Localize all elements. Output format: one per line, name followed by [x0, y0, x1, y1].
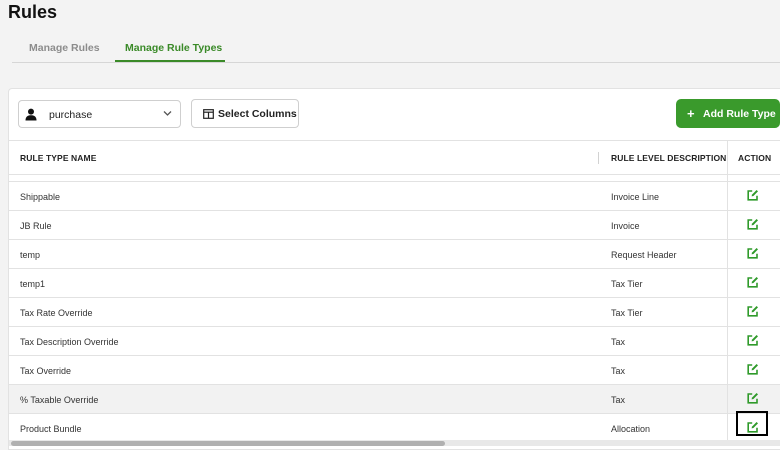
chevron-down-icon — [163, 111, 172, 116]
rule-type-name-cell: Tax Description Override — [20, 337, 119, 347]
user-select-dropdown[interactable]: purchase — [18, 100, 181, 128]
edit-icon[interactable] — [747, 247, 759, 259]
rule-type-name-cell: Shippable — [20, 192, 61, 202]
column-resize-handle[interactable] — [598, 152, 599, 164]
table-row: JB Rule Invoice — [9, 211, 780, 240]
edit-icon[interactable] — [747, 334, 759, 346]
edit-icon[interactable] — [747, 363, 759, 375]
table-header: RULE TYPE NAME RULE LEVEL DESCRIPTION AC… — [9, 140, 780, 176]
table-row: temp1 Tax Tier — [9, 269, 780, 298]
rule-level-cell: Invoice Line — [611, 192, 660, 202]
columns-icon — [203, 109, 214, 119]
table-row: Tax Override Tax — [9, 356, 780, 385]
plus-icon: + — [687, 106, 695, 121]
rule-level-cell: Tax Tier — [611, 279, 643, 289]
rule-type-name-cell: % Taxable Override — [20, 395, 99, 405]
rule-type-name-cell: Tax Override — [20, 366, 72, 376]
edit-icon[interactable] — [747, 305, 759, 317]
select-columns-label: Select Columns — [218, 108, 297, 120]
page-title: Rules — [8, 2, 58, 22]
column-divider — [727, 141, 728, 176]
tab-bar: Manage Rules Manage Rule Types — [12, 36, 780, 63]
column-header-rule-type-name[interactable]: RULE TYPE NAME — [20, 153, 97, 163]
table-row: temp Request Header — [9, 240, 780, 269]
table-spacer-row — [9, 175, 780, 182]
rule-level-cell: Invoice — [611, 221, 640, 231]
action-cell — [727, 269, 780, 298]
table-row: Product Bundle Allocation — [9, 414, 780, 443]
edit-icon[interactable] — [747, 218, 759, 230]
rule-type-name-cell: temp1 — [20, 279, 46, 289]
rule-level-cell: Tax — [611, 395, 626, 405]
rule-type-name-cell: temp — [20, 250, 41, 260]
rule-level-cell: Tax Tier — [611, 308, 643, 318]
rule-types-panel: purchase Select Columns + Add Rule Type … — [8, 88, 780, 450]
table-row: % Taxable Override Tax — [9, 385, 780, 414]
add-rule-type-label: Add Rule Type — [703, 108, 776, 120]
action-cell — [727, 356, 780, 385]
edit-icon[interactable] — [747, 189, 759, 201]
action-cell — [727, 182, 780, 211]
table-row: Shippable Invoice Line — [9, 182, 780, 211]
tab-manage-rules[interactable]: Manage Rules — [29, 42, 100, 54]
rule-type-name-cell: JB Rule — [20, 221, 52, 231]
action-cell — [727, 211, 780, 240]
table-row: Tax Description Override Tax — [9, 327, 780, 356]
column-header-action: ACTION — [738, 153, 772, 163]
edit-icon[interactable] — [747, 392, 759, 404]
action-cell — [727, 414, 780, 443]
table-row: Tax Rate Override Tax Tier — [9, 298, 780, 327]
horizontal-scrollbar-thumb[interactable] — [11, 441, 445, 446]
tab-manage-rule-types[interactable]: Manage Rule Types — [125, 42, 222, 54]
edit-icon[interactable] — [747, 421, 759, 433]
active-tab-indicator — [115, 60, 225, 62]
action-cell — [727, 385, 780, 414]
action-cell — [727, 327, 780, 356]
rule-level-cell: Allocation — [611, 424, 651, 434]
column-header-rule-level-description[interactable]: RULE LEVEL DESCRIPTION — [611, 153, 726, 163]
add-rule-type-button[interactable]: + Add Rule Type — [676, 99, 780, 128]
rule-level-cell: Tax — [611, 366, 626, 376]
action-cell — [727, 298, 780, 327]
rule-type-name-cell: Product Bundle — [20, 424, 82, 434]
person-icon — [25, 108, 37, 121]
rule-type-name-cell: Tax Rate Override — [20, 308, 93, 318]
rule-level-cell: Tax — [611, 337, 626, 347]
action-cell — [727, 240, 780, 269]
edit-icon[interactable] — [747, 276, 759, 288]
rule-level-cell: Request Header — [611, 250, 677, 260]
select-columns-button[interactable]: Select Columns — [191, 99, 299, 128]
user-select-value: purchase — [49, 109, 93, 121]
